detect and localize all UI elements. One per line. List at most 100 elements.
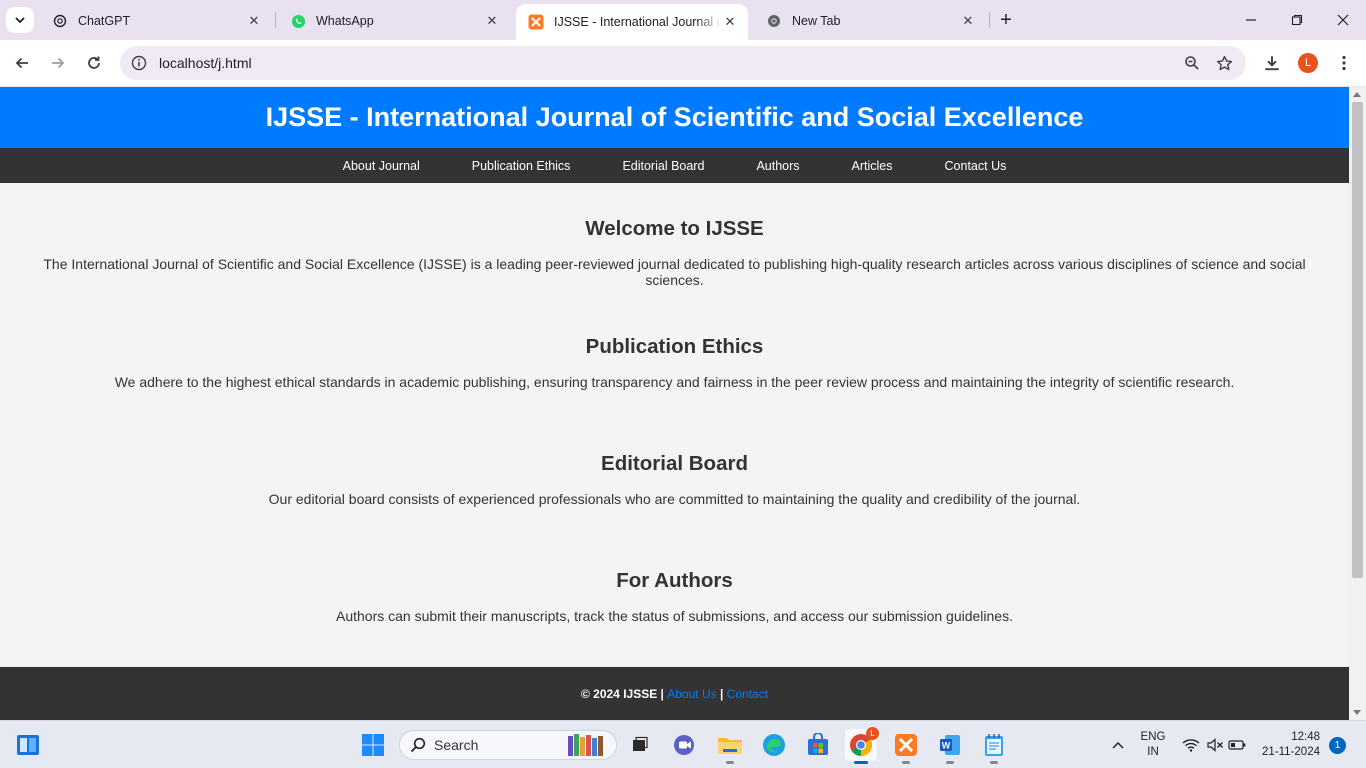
nav-articles[interactable]: Articles <box>852 159 893 173</box>
windows-logo-icon <box>362 734 384 756</box>
tab-separator <box>989 12 990 28</box>
url-text[interactable]: localhost/j.html <box>159 55 1176 71</box>
books-icon <box>568 734 603 756</box>
nav-contact-us[interactable]: Contact Us <box>945 159 1007 173</box>
tab-label: WhatsApp <box>316 14 374 28</box>
page-scrollbar[interactable] <box>1349 87 1366 720</box>
running-indicator <box>854 761 868 764</box>
tab-label: ChatGPT <box>78 14 131 28</box>
wifi-icon <box>1182 739 1200 752</box>
word-taskbar-button[interactable]: W <box>934 729 966 764</box>
nav-authors[interactable]: Authors <box>756 159 799 173</box>
input-language-indicator[interactable]: ENG IN <box>1136 730 1170 760</box>
region-code: IN <box>1147 746 1159 758</box>
reload-button[interactable] <box>80 49 108 77</box>
section-publication-ethics: Publication Ethics We adhere to the high… <box>0 335 1349 390</box>
section-text: Authors can submit their manuscripts, tr… <box>336 608 1013 624</box>
profile-button[interactable]: L <box>1294 49 1322 77</box>
file-explorer-button[interactable] <box>714 729 746 764</box>
notification-badge[interactable]: 1 <box>1329 737 1346 754</box>
chrome-menu-button[interactable] <box>1330 49 1358 77</box>
tab-new-tab[interactable]: New Tab ✕ <box>754 6 986 36</box>
task-view-button[interactable] <box>624 729 656 761</box>
minimize-button[interactable] <box>1228 0 1274 40</box>
speaker-muted-icon <box>1207 738 1223 752</box>
reload-icon <box>88 56 100 69</box>
notepad-taskbar-button[interactable] <box>978 729 1010 764</box>
forward-button[interactable] <box>44 49 72 77</box>
show-hidden-icons-button[interactable] <box>1103 729 1133 761</box>
tab-separator <box>275 12 276 28</box>
restore-icon <box>1291 14 1303 26</box>
start-button[interactable] <box>357 729 389 761</box>
task-view-icon <box>633 736 648 751</box>
section-text: Our editorial board consists of experien… <box>268 491 1081 507</box>
bookmark-star-icon[interactable] <box>1208 55 1240 72</box>
section-editorial-board: Editorial Board Our editorial board cons… <box>0 452 1349 507</box>
site-title: IJSSE - International Journal of Scienti… <box>265 102 1084 132</box>
clock[interactable]: 12:48 21-11-2024 <box>1256 730 1326 760</box>
chrome-icon <box>766 13 782 29</box>
chrome-taskbar-button[interactable]: L <box>845 727 879 764</box>
close-icon[interactable]: ✕ <box>722 14 738 30</box>
close-icon[interactable]: ✕ <box>246 13 262 29</box>
address-bar[interactable]: localhost/j.html <box>120 46 1246 80</box>
more-vertical-icon <box>1342 55 1346 71</box>
zoom-icon[interactable] <box>1176 55 1208 71</box>
new-tab-button[interactable]: + <box>994 8 1018 32</box>
taskbar-search[interactable]: Search <box>399 730 617 760</box>
language-code: ENG <box>1140 731 1166 743</box>
tab-ijsse[interactable]: IJSSE - International Journal of Scienti… <box>516 4 748 40</box>
running-indicator <box>902 761 910 764</box>
tab-chatgpt[interactable]: ChatGPT ✕ <box>40 6 272 36</box>
meet-app-button[interactable] <box>669 729 701 761</box>
nav-about-journal[interactable]: About Journal <box>343 159 420 173</box>
close-window-button[interactable] <box>1320 0 1366 40</box>
restore-button[interactable] <box>1274 0 1320 40</box>
page-viewport: IJSSE - International Journal of Scienti… <box>0 87 1349 720</box>
widgets-button[interactable] <box>12 729 44 761</box>
notepad-icon <box>985 734 1003 756</box>
tab-label: New Tab <box>792 14 841 28</box>
nav-publication-ethics[interactable]: Publication Ethics <box>472 159 571 173</box>
store-icon <box>808 733 828 755</box>
tab-search-button[interactable] <box>6 7 34 33</box>
chrome-profile-badge: L <box>866 727 879 740</box>
scroll-up-icon[interactable] <box>1353 92 1361 97</box>
folder-icon <box>718 738 742 754</box>
clock-date: 21-11-2024 <box>1262 746 1320 758</box>
section-text: We adhere to the highest ethical standar… <box>114 374 1235 390</box>
scroll-down-icon[interactable] <box>1353 710 1361 715</box>
downloads-button[interactable] <box>1258 49 1286 77</box>
arrow-right-icon <box>52 57 65 69</box>
scrollbar-thumb[interactable] <box>1352 102 1363 578</box>
site-header: IJSSE - International Journal of Scienti… <box>0 87 1349 148</box>
tab-label: IJSSE - International Journal of Scienti… <box>554 15 722 29</box>
close-icon[interactable]: ✕ <box>484 13 500 29</box>
footer-contact-link[interactable]: Contact <box>727 687 768 701</box>
minimize-icon <box>1246 19 1256 21</box>
back-button[interactable] <box>8 49 36 77</box>
footer-copyright: © 2024 IJSSE | <box>580 686 664 701</box>
nav-editorial-board[interactable]: Editorial Board <box>622 159 704 173</box>
tab-whatsapp[interactable]: WhatsApp ✕ <box>278 6 510 36</box>
arrow-left-icon <box>15 57 28 69</box>
footer-about-link[interactable]: About Us <box>667 687 716 701</box>
close-icon <box>1337 14 1349 26</box>
edge-button[interactable] <box>758 729 790 761</box>
windows-taskbar: Search L W ENG IN 12:48 21-11-2024 1 <box>0 720 1366 768</box>
footer-separator: | <box>719 686 724 701</box>
site-footer: © 2024 IJSSE | About Us | Contact <box>0 667 1349 720</box>
chevron-up-icon <box>1112 741 1124 749</box>
clock-time: 12:48 <box>1291 731 1320 743</box>
site-info-icon[interactable] <box>122 55 156 71</box>
section-heading: Publication Ethics <box>585 335 764 358</box>
xampp-icon <box>895 734 917 756</box>
xampp-taskbar-button[interactable] <box>890 729 922 764</box>
store-button[interactable] <box>802 729 834 761</box>
site-nav: About Journal Publication Ethics Editori… <box>0 148 1349 183</box>
close-icon[interactable]: ✕ <box>960 13 976 29</box>
running-indicator <box>726 761 734 764</box>
quick-settings-button[interactable] <box>1178 729 1250 761</box>
section-heading: For Authors <box>616 569 733 592</box>
